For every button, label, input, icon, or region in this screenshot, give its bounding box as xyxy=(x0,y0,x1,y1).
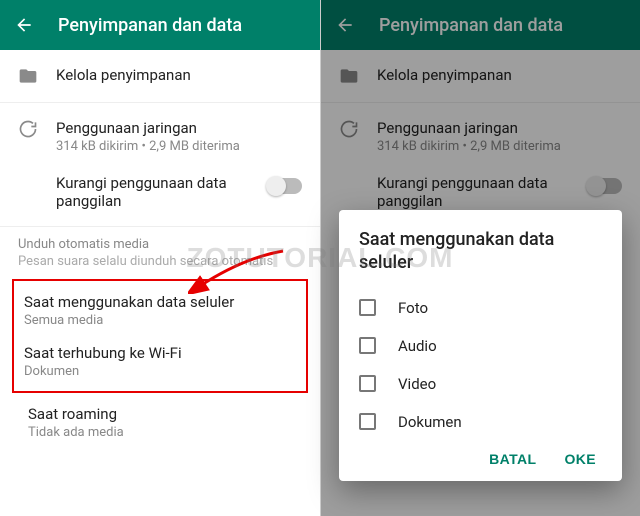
dialog-cancel-button[interactable]: BATAL xyxy=(489,451,536,467)
highlight-box: Saat menggunakan data seluler Semua medi… xyxy=(12,279,308,393)
header-title: Penyimpanan dan data xyxy=(379,15,563,36)
back-icon[interactable] xyxy=(14,15,34,35)
dialog-option-photo[interactable]: Foto xyxy=(359,289,602,327)
auto-download-roaming-value: Tidak ada media xyxy=(28,425,302,440)
auto-download-wifi-value: Dokumen xyxy=(24,364,296,379)
dialog-option-label: Video xyxy=(398,375,436,393)
auto-download-wifi-row[interactable]: Saat terhubung ke Wi-Fi Dokumen xyxy=(14,336,306,387)
checkbox-icon[interactable] xyxy=(359,299,376,316)
auto-download-section-title: Unduh otomatis media xyxy=(0,227,320,254)
dialog-title: Saat menggunakan data seluler xyxy=(359,228,602,275)
settings-screen-right: Penyimpanan dan data Kelola penyimpanan … xyxy=(320,0,640,516)
reduce-call-data-row[interactable]: Kurangi penggunaan data panggilan xyxy=(0,170,320,226)
header-title: Penyimpanan dan data xyxy=(58,15,242,36)
network-usage-row[interactable]: Penggunaan jaringan 314 kB dikirim • 2,9… xyxy=(0,103,320,170)
reduce-call-data-label: Kurangi penggunaan data panggilan xyxy=(56,174,258,210)
dialog-option-audio[interactable]: Audio xyxy=(359,327,602,365)
auto-download-cellular-label: Saat menggunakan data seluler xyxy=(24,293,296,311)
sync-icon xyxy=(18,119,38,139)
app-header: Penyimpanan dan data xyxy=(321,0,640,50)
manage-storage-row[interactable]: Kelola penyimpanan xyxy=(0,50,320,102)
folder-icon xyxy=(18,66,38,86)
auto-download-cellular-value: Semua media xyxy=(24,313,296,328)
checkbox-icon[interactable] xyxy=(359,413,376,430)
dialog-ok-button[interactable]: OKE xyxy=(564,451,596,467)
dialog-option-label: Audio xyxy=(398,337,437,355)
manage-storage-label: Kelola penyimpanan xyxy=(56,66,302,84)
auto-download-roaming-row[interactable]: Saat roaming Tidak ada media xyxy=(0,393,320,456)
media-type-dialog: Saat menggunakan data seluler Foto Audio… xyxy=(339,210,622,481)
app-header: Penyimpanan dan data xyxy=(0,0,320,50)
checkbox-icon[interactable] xyxy=(359,375,376,392)
reduce-call-data-switch[interactable] xyxy=(268,174,302,194)
network-usage-row: Penggunaan jaringan 314 kB dikirim • 2,9… xyxy=(321,103,640,170)
dialog-option-label: Foto xyxy=(398,299,428,317)
network-usage-label: Penggunaan jaringan xyxy=(56,119,302,137)
dialog-option-document[interactable]: Dokumen xyxy=(359,403,602,441)
dialog-option-label: Dokumen xyxy=(398,413,462,431)
settings-screen-left: Penyimpanan dan data Kelola penyimpanan … xyxy=(0,0,320,516)
network-usage-sub: 314 kB dikirim • 2,9 MB diterima xyxy=(56,139,302,154)
sync-icon xyxy=(339,119,359,139)
auto-download-section-sub: Pesan suara selalu diunduh secara otomat… xyxy=(0,254,320,279)
auto-download-roaming-label: Saat roaming xyxy=(28,405,302,423)
auto-download-wifi-label: Saat terhubung ke Wi-Fi xyxy=(24,344,296,362)
auto-download-cellular-row[interactable]: Saat menggunakan data seluler Semua medi… xyxy=(14,285,306,336)
folder-icon xyxy=(339,66,359,86)
back-icon[interactable] xyxy=(335,15,355,35)
dialog-option-video[interactable]: Video xyxy=(359,365,602,403)
checkbox-icon[interactable] xyxy=(359,337,376,354)
manage-storage-row: Kelola penyimpanan xyxy=(321,50,640,102)
